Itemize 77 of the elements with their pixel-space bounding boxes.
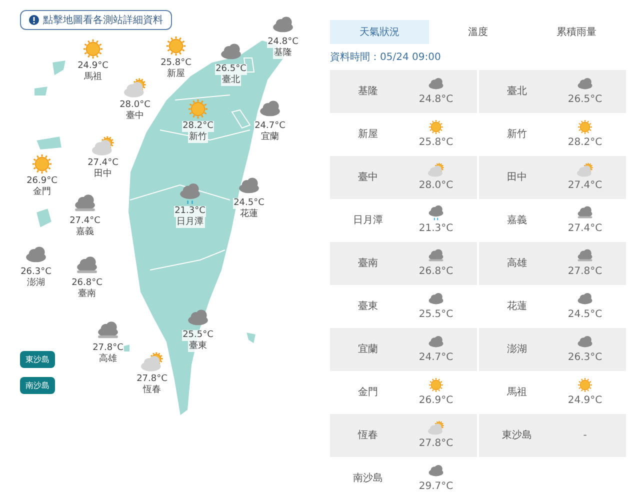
station-name: 臺北 <box>221 75 241 86</box>
station-cell[interactable]: 臺中 28.0°C <box>330 156 477 199</box>
tab[interactable]: 天氣狀況 <box>330 20 429 44</box>
station-temperature: 29.7°C <box>418 480 454 494</box>
station-name: 日月潭 <box>176 217 204 228</box>
station-cell[interactable]: 臺南 26.8°C <box>330 242 477 285</box>
station-name: 高雄 <box>98 354 118 365</box>
station-name: 花蓮 <box>239 209 259 220</box>
station-name: 田中 <box>506 170 528 185</box>
station-name: 臺南 <box>357 256 379 271</box>
station-temperature: 27.4°C <box>568 179 602 193</box>
station-name: 東沙島 <box>501 428 533 443</box>
info-icon <box>29 15 39 25</box>
station-temperature: 27.8°C <box>418 437 454 451</box>
hint-text: 點擊地圖看各測站詳細資料 <box>43 14 163 28</box>
station-name: 新竹 <box>188 132 208 143</box>
station-temperature: 24.5°C <box>568 308 602 322</box>
station-name: 金門 <box>357 386 379 400</box>
station-cell[interactable]: 臺北 26.5°C <box>479 70 626 113</box>
station-name: 臺北 <box>506 84 528 99</box>
station-name: 嘉義 <box>506 214 528 228</box>
station-name: 臺中 <box>357 170 379 185</box>
station-temperature: 25.5°C <box>418 308 454 322</box>
station-temperature: 24.8°C <box>266 37 300 48</box>
station-name: 金門 <box>32 187 52 198</box>
station-cell[interactable]: 高雄 27.8°C <box>479 242 626 285</box>
station-name: 宜蘭 <box>260 132 280 143</box>
island-button[interactable]: 東沙島 <box>20 351 55 368</box>
station-name: 新竹 <box>506 128 528 142</box>
station-temperature: 25.5°C <box>182 330 214 341</box>
station-temperature: 26.5°C <box>568 93 602 107</box>
station-temperature: 24.9°C <box>568 394 602 408</box>
station-name: 嘉義 <box>75 227 95 238</box>
station-temperature: 28.0°C <box>418 179 454 193</box>
station-temperature: 27.4°C <box>568 222 602 236</box>
station-cell[interactable]: 基隆 24.8°C <box>330 70 477 113</box>
station-name: 南沙島 <box>352 472 384 486</box>
station-temperature: 28.2°C <box>182 121 214 132</box>
station-cell[interactable]: 田中 27.4°C <box>479 156 626 199</box>
station-cell[interactable]: 澎湖 26.3°C <box>479 328 626 371</box>
station-temperature: 24.8°C <box>418 93 454 107</box>
station-cell[interactable]: 恆春 27.8°C <box>330 414 477 457</box>
station-name: 宜蘭 <box>357 342 379 357</box>
station-name: 基隆 <box>273 48 293 59</box>
station-name: 臺南 <box>77 289 97 300</box>
station-name: 日月潭 <box>352 214 384 228</box>
station-temperature: 24.7°C <box>418 351 454 365</box>
station-name: 臺中 <box>125 111 145 122</box>
station-temperature: 24.5°C <box>232 198 266 209</box>
station-temperature: 28.2°C <box>568 136 602 150</box>
station-name: 臺東 <box>357 300 379 314</box>
station-name: 新屋 <box>166 69 186 80</box>
station-name: 馬祖 <box>83 72 103 83</box>
station-name: 澎湖 <box>26 278 46 289</box>
station-temperature: 26.3°C <box>568 351 602 365</box>
station-cell[interactable]: 東沙島 - <box>479 414 626 457</box>
data-time: 資料時間：05/24 09:00 <box>330 50 442 65</box>
station-temperature: 21.3°C <box>174 206 206 217</box>
station-temperature: - <box>583 429 587 443</box>
station-name: 新屋 <box>357 128 379 142</box>
station-cell[interactable]: 宜蘭 24.7°C <box>330 328 477 371</box>
station-name: 花蓮 <box>506 300 528 314</box>
island-button[interactable]: 南沙島 <box>20 377 55 394</box>
station-temperature: 26.5°C <box>214 64 248 75</box>
station-name: 澎湖 <box>506 342 528 357</box>
station-name: 高雄 <box>506 256 528 271</box>
station-name: 馬祖 <box>506 386 528 400</box>
station-name: 基隆 <box>357 84 379 99</box>
station-temperature: 27.8°C <box>568 265 602 279</box>
station-temperature: 21.3°C <box>418 222 454 236</box>
station-name: 恆春 <box>356 428 379 443</box>
station-temperature: 26.9°C <box>418 394 454 408</box>
station-name: 恆春 <box>142 385 162 396</box>
station-name: 田中 <box>93 169 113 180</box>
station-name: 臺東 <box>188 341 208 352</box>
station-temperature: 26.8°C <box>418 265 454 279</box>
station-temperature: 25.8°C <box>418 136 454 150</box>
